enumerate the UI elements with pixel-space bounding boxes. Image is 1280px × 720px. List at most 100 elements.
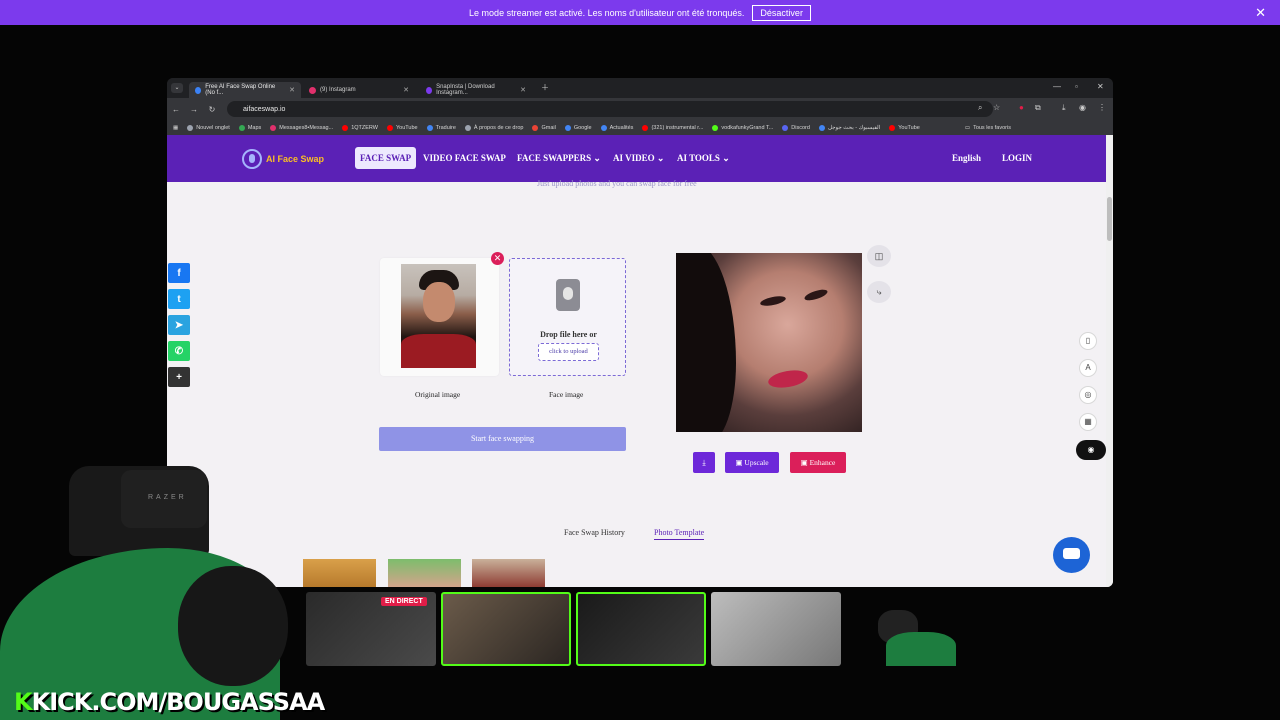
page-subtitle: Just upload photos and you can swap face… <box>537 179 697 188</box>
bookmark[interactable]: Nouvel onglet <box>187 124 230 131</box>
close-icon[interactable]: ✕ <box>1255 5 1266 21</box>
bookmark[interactable]: 1QTZERW <box>342 124 378 131</box>
globe-icon[interactable]: ◎ <box>1079 386 1097 404</box>
back-icon[interactable]: ← <box>167 105 185 114</box>
tab-face-swap-history[interactable]: Face Swap History <box>564 528 625 537</box>
tab-aifaceswap[interactable]: Free AI Face Swap Online (No f... ✕ <box>189 82 301 98</box>
kick-logo: K <box>14 688 33 716</box>
disable-streamer-mode-button[interactable]: Désactiver <box>752 4 811 21</box>
share-icon[interactable]: ⤷ <box>867 281 891 303</box>
face-logo-icon <box>242 149 262 169</box>
nav-face-swappers[interactable]: FACE SWAPPERS ⌄ <box>517 153 601 164</box>
webcam-tile[interactable] <box>576 592 706 666</box>
nav-face-swap[interactable]: FACE SWAP <box>355 147 417 169</box>
twitter-share-icon[interactable]: t <box>168 289 190 309</box>
nav-ai-video[interactable]: AI VIDEO ⌄ <box>613 153 664 164</box>
nav-ai-tools[interactable]: AI TOOLS ⌄ <box>677 153 730 164</box>
streamer-mode-message: Le mode streamer est activé. Les noms d'… <box>469 7 745 18</box>
face-image-dropzone[interactable]: Drop file here or click to upload <box>509 258 626 376</box>
page-scrollbar[interactable] <box>1106 135 1113 587</box>
nav-video-face-swap[interactable]: VIDEO FACE SWAP <box>423 153 506 163</box>
tab-title: (9) Instagram <box>320 87 356 93</box>
bookmark[interactable]: Gmail <box>532 124 556 131</box>
chevron-down-icon: ⌄ <box>656 153 665 163</box>
streamer-head <box>178 566 288 686</box>
remove-image-icon[interactable]: ✕ <box>491 252 504 265</box>
menu-icon[interactable]: ⋮ <box>1098 103 1106 112</box>
stream-handle-text: KICK.COM/BOUGASSAA <box>31 688 326 716</box>
enhance-button[interactable]: ▣ Enhance <box>790 452 846 473</box>
all-bookmarks-folder[interactable]: ▭ Tous les favoris <box>965 125 1011 131</box>
logo-text: AI Face Swap <box>266 154 325 164</box>
discord-icon[interactable]: ◉ <box>1076 440 1106 460</box>
webcam-tile[interactable] <box>846 592 976 666</box>
extension-icon[interactable]: ● <box>1019 103 1024 112</box>
bookmark[interactable]: Discord <box>782 124 810 131</box>
bookmark[interactable]: Google <box>564 124 592 131</box>
upscale-button[interactable]: ▣ Upscale <box>725 452 779 473</box>
zoom-icon[interactable]: ⌕ <box>978 103 982 113</box>
more-share-icon[interactable]: + <box>168 367 190 387</box>
chevron-down-icon: ⌄ <box>722 153 730 163</box>
bookmark[interactable]: (321) instrumental r... <box>642 124 703 131</box>
tab-search-icon[interactable]: ⌄ <box>171 83 183 93</box>
site-logo[interactable]: AI Face Swap <box>242 149 324 169</box>
browser-toolbar: ← → ↻ aifaceswap.io ⌕ ☆ ● ⧉ ⤓ ◉ ⋮ <box>167 98 1113 120</box>
browser-window: ⌄ Free AI Face Swap Online (No f... ✕ (9… <box>167 78 1113 587</box>
webcam-tile[interactable] <box>711 592 841 666</box>
chevron-down-icon: ⌄ <box>593 153 601 163</box>
drop-text: Drop file here or <box>540 330 597 339</box>
download-result-button[interactable]: ⤓ <box>693 452 715 473</box>
tab-instagram[interactable]: (9) Instagram ✕ <box>303 82 415 98</box>
download-icon[interactable]: ⤓ <box>1062 103 1066 113</box>
start-face-swapping-button[interactable]: Start face swapping <box>379 427 626 451</box>
bookmark[interactable]: À propos de ce drop <box>464 124 523 131</box>
whatsapp-share-icon[interactable]: ✆ <box>168 341 190 361</box>
language-selector[interactable]: English <box>952 153 981 163</box>
bookmark[interactable]: Traduire <box>426 124 456 131</box>
compare-icon[interactable]: ◫ <box>867 245 891 267</box>
close-tab-icon[interactable]: ✕ <box>289 86 295 94</box>
bookmark[interactable]: Messages8•Messag... <box>270 124 333 131</box>
template-thumbnail[interactable] <box>303 559 376 587</box>
address-bar[interactable]: aifaceswap.io <box>227 101 993 117</box>
template-thumbnail[interactable] <box>388 559 461 587</box>
globe-icon <box>195 86 202 94</box>
stream-handle: KKICK.COM/BOUGASSAA <box>14 688 326 716</box>
bookmark[interactable]: الفيسبوك - بحث جوجل <box>818 124 880 131</box>
facebook-share-icon[interactable]: f <box>168 263 190 283</box>
tab-photo-template[interactable]: Photo Template <box>654 528 705 540</box>
bookmark[interactable]: Maps <box>238 124 261 131</box>
translate-icon[interactable]: A <box>1079 359 1097 377</box>
profile-icon[interactable]: ◉ <box>1079 103 1086 112</box>
template-thumbnail[interactable] <box>472 559 545 587</box>
reload-icon[interactable]: ↻ <box>203 105 221 114</box>
bookmark-star-icon[interactable]: ☆ <box>993 103 1000 112</box>
close-tab-icon[interactable]: ✕ <box>520 86 526 94</box>
chat-icon[interactable] <box>1053 537 1090 573</box>
close-tab-icon[interactable]: ✕ <box>403 86 409 94</box>
webcam-tile[interactable] <box>441 592 571 666</box>
tab-snapinsta[interactable]: SnapInsta | Download Instagram... ✕ <box>420 82 532 98</box>
apps-grid-icon[interactable]: ▦ <box>1079 413 1097 431</box>
bookmark[interactable]: YouTube <box>889 124 920 131</box>
snapinsta-icon <box>426 86 433 94</box>
bookmark[interactable]: vodkafunkyGrand T... <box>712 124 773 131</box>
apps-icon[interactable]: ▦ <box>173 125 178 131</box>
book-icon[interactable]: ▯ <box>1079 332 1097 350</box>
maximize-icon[interactable]: ▫ <box>1075 82 1078 91</box>
face-image-caption: Face image <box>549 390 584 399</box>
bookmark[interactable]: Actualités <box>600 124 633 131</box>
minimize-icon[interactable]: — <box>1053 82 1061 91</box>
telegram-share-icon[interactable]: ➤ <box>168 315 190 335</box>
screen: Le mode streamer est activé. Les noms d'… <box>0 0 1280 720</box>
click-to-upload-button[interactable]: click to upload <box>538 343 599 361</box>
window-close-icon[interactable]: ✕ <box>1097 82 1104 91</box>
original-image-card[interactable] <box>380 258 499 376</box>
tab-strip: ⌄ Free AI Face Swap Online (No f... ✕ (9… <box>167 78 1113 98</box>
forward-icon[interactable]: → <box>185 105 203 114</box>
new-tab-icon[interactable]: ＋ <box>541 82 549 93</box>
login-button[interactable]: LOGIN <box>1002 153 1032 163</box>
bookmark[interactable]: YouTube <box>387 124 418 131</box>
extensions-puzzle-icon[interactable]: ⧉ <box>1035 103 1041 113</box>
